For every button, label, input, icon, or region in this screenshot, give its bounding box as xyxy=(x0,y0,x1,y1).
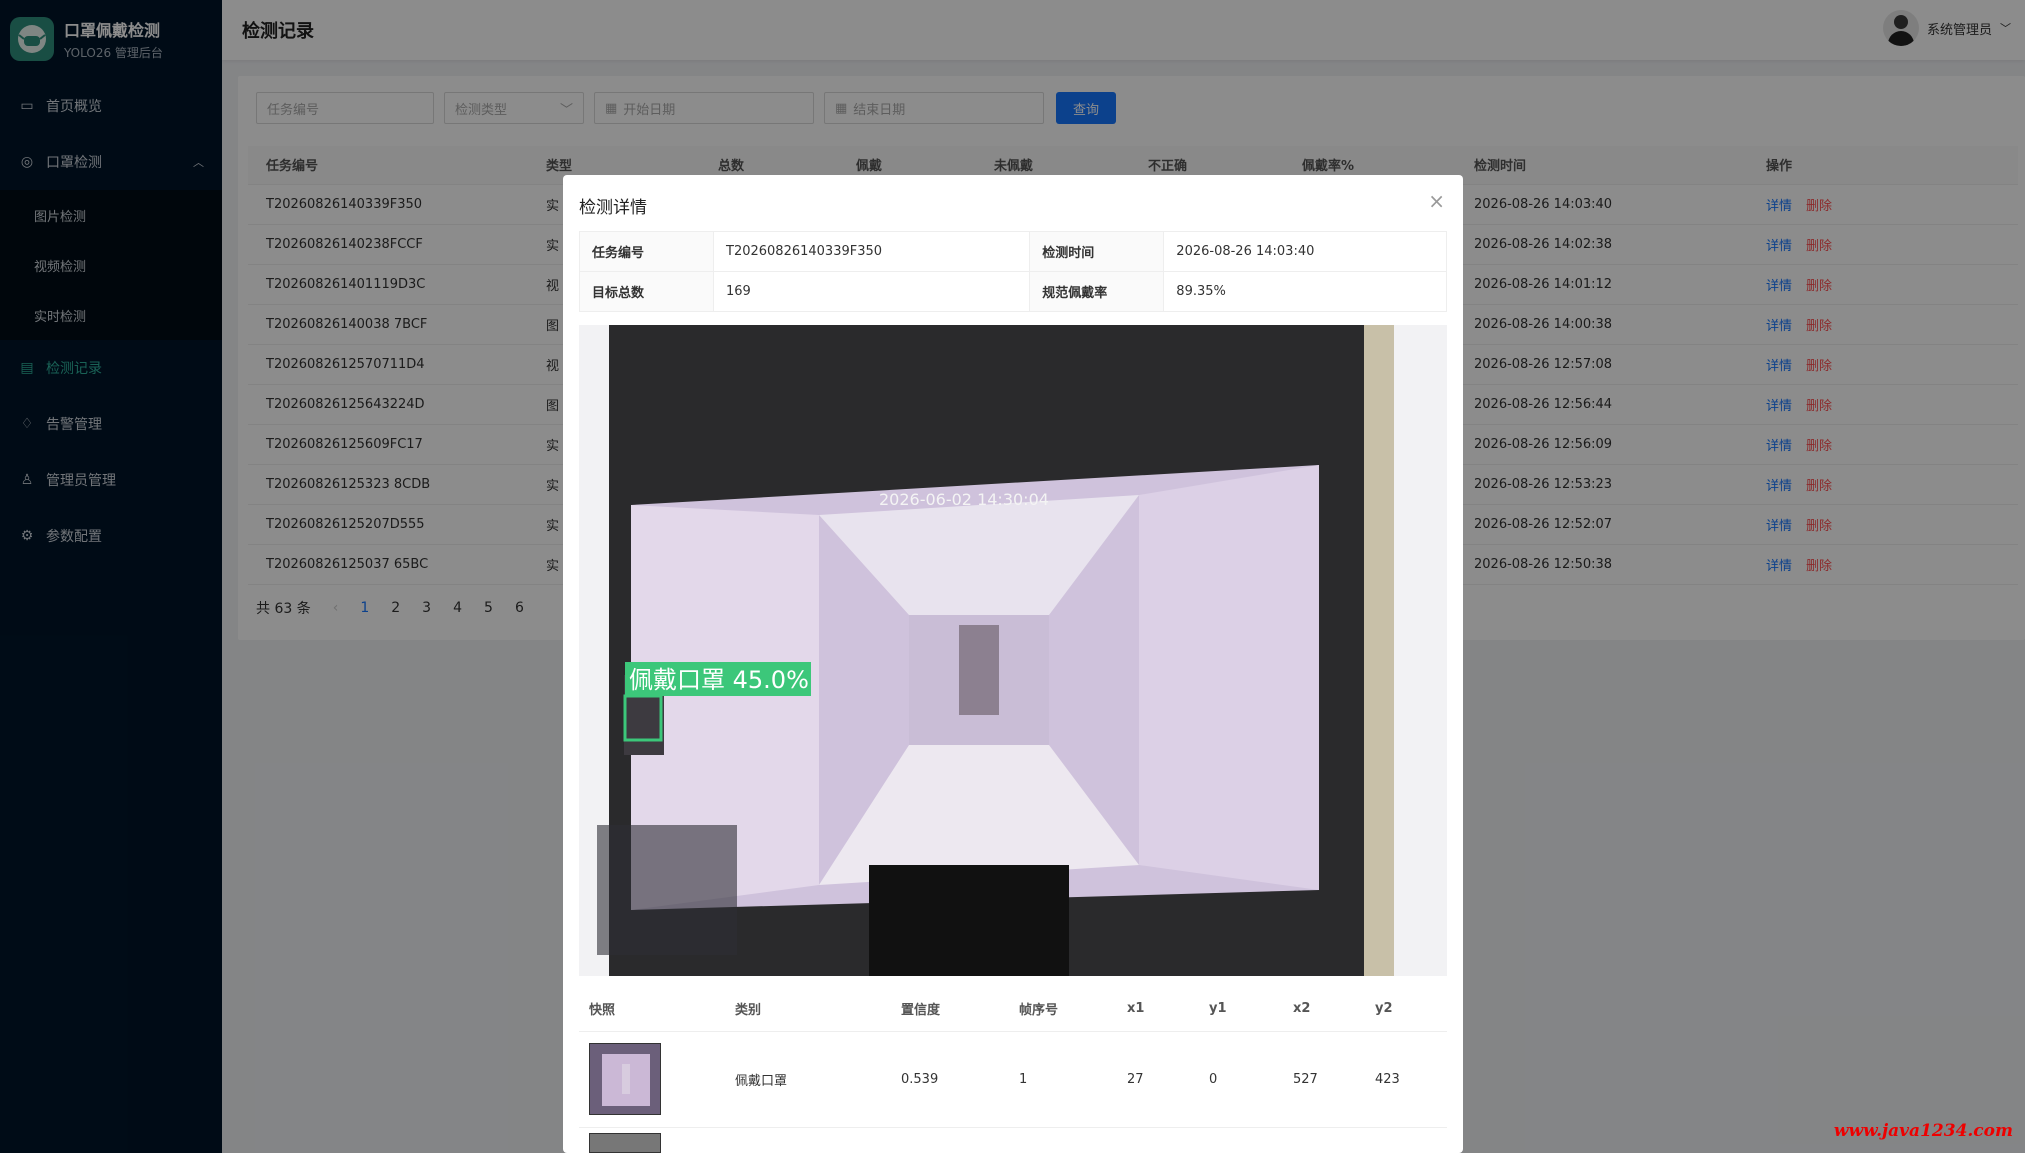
col-x1: x1 xyxy=(1117,987,1199,1032)
col-frame: 帧序号 xyxy=(1009,987,1117,1032)
snapshot-thumbnail[interactable] xyxy=(589,1043,661,1115)
col-category: 类别 xyxy=(725,987,891,1032)
detection-box-label: 佩戴口罩 45.0% xyxy=(629,666,809,694)
cell-x1: 27 xyxy=(1117,1031,1199,1128)
col-snapshot: 快照 xyxy=(579,987,725,1032)
photo-timestamp: 2026-06-02 14:30:04 xyxy=(879,490,1049,509)
value-task-id: T20260826140339F350 xyxy=(712,231,1031,272)
cell-x2: 527 xyxy=(1283,1031,1365,1128)
snapshot-thumbnail[interactable] xyxy=(589,1133,661,1153)
table-row: 佩戴口罩 0.539 1 27 0 527 423 xyxy=(579,1031,1447,1128)
col-y2: y2 xyxy=(1365,987,1447,1032)
label-detect-time: 检测时间 xyxy=(1029,231,1165,272)
close-icon[interactable]: × xyxy=(1428,189,1445,213)
value-wear-rate: 89.35% xyxy=(1163,271,1447,312)
detection-detail-table: 快照 类别 置信度 帧序号 x1 y1 x2 y2 佩戴口罩 0.539 1 2… xyxy=(579,987,1447,1128)
label-task-id: 任务编号 xyxy=(579,231,714,272)
col-confidence: 置信度 xyxy=(891,987,1009,1032)
detection-image: 2026-06-02 14:30:04 佩戴口罩 45.0% xyxy=(579,325,1447,976)
cell-category: 佩戴口罩 xyxy=(725,1031,891,1128)
detail-summary: 任务编号 T20260826140339F350 检测时间 2026-08-26… xyxy=(579,231,1447,312)
col-x2: x2 xyxy=(1283,987,1365,1032)
detail-modal: 检测详情 × 任务编号 T20260826140339F350 检测时间 202… xyxy=(563,175,1463,1153)
col-y1: y1 xyxy=(1199,987,1283,1032)
watermark: www.java1234.com xyxy=(1833,1121,2013,1141)
label-wear-rate: 规范佩戴率 xyxy=(1029,271,1165,312)
cell-y2: 423 xyxy=(1365,1031,1447,1128)
value-target-total: 169 xyxy=(712,271,1031,312)
label-target-total: 目标总数 xyxy=(579,271,714,312)
cell-y1: 0 xyxy=(1199,1031,1283,1128)
modal-title: 检测详情 xyxy=(579,198,647,218)
value-detect-time: 2026-08-26 14:03:40 xyxy=(1163,231,1447,272)
cell-confidence: 0.539 xyxy=(891,1031,1009,1128)
corridor-photo: 2026-06-02 14:30:04 佩戴口罩 45.0% xyxy=(579,325,1447,976)
table-header-row: 快照 类别 置信度 帧序号 x1 y1 x2 y2 xyxy=(579,987,1447,1032)
cell-frame: 1 xyxy=(1009,1031,1117,1128)
